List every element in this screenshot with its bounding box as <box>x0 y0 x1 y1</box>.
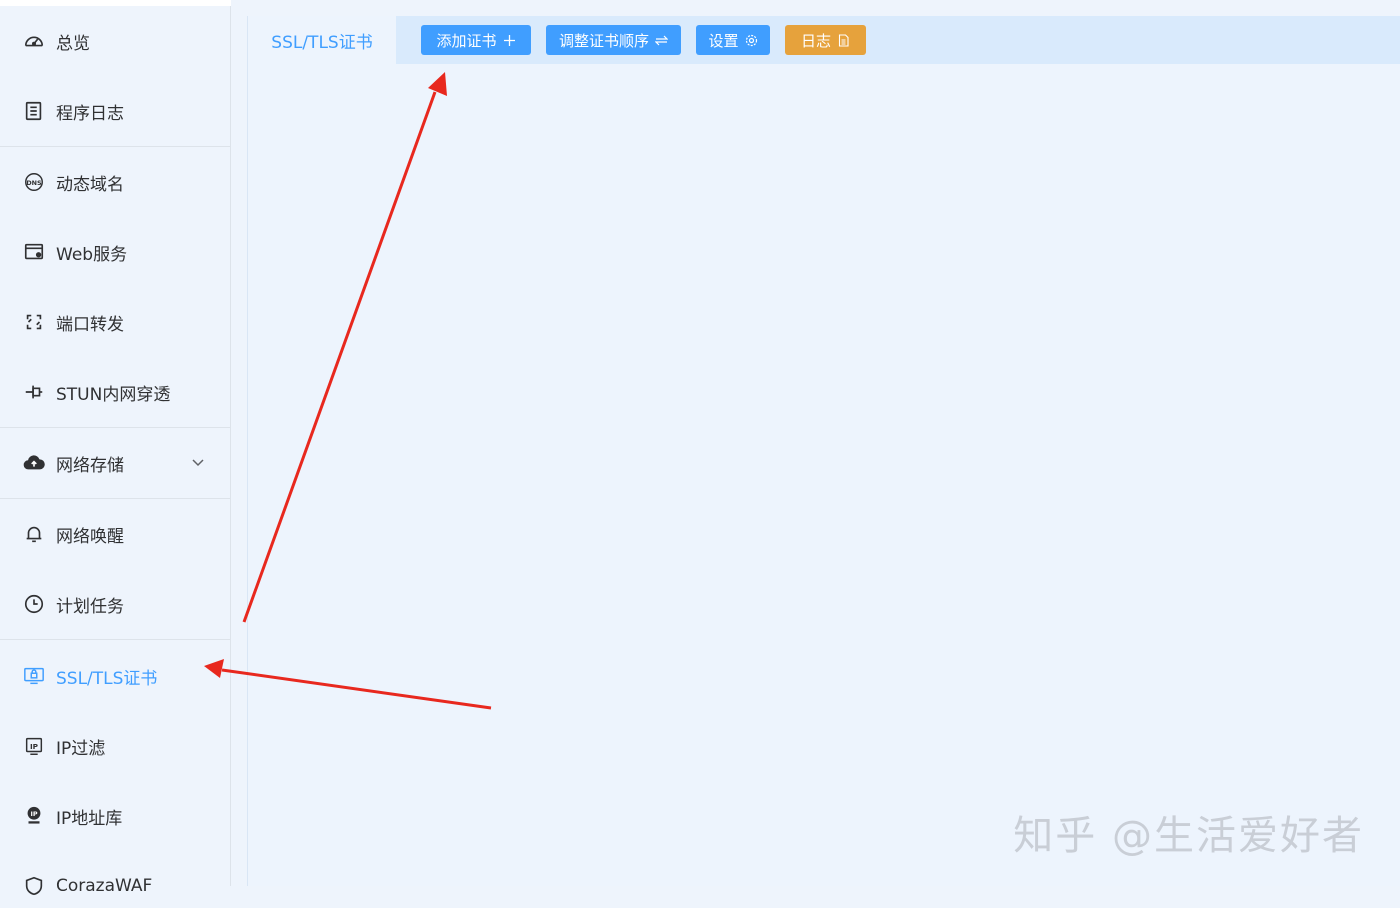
svg-text:DNS: DNS <box>26 179 42 187</box>
sidebar-divider <box>0 146 231 147</box>
watermark: 知乎 @生活爱好者 <box>1013 813 1364 859</box>
sidebar-item-label: SSL/TLS证书 <box>56 668 158 689</box>
sidebar-item-ddns[interactable]: DNS 动态域名 <box>0 160 231 204</box>
sidebar-item-label: 网络存储 <box>56 455 124 476</box>
bell-icon <box>22 522 46 546</box>
sidebar-item-label: CorazaWAF <box>56 876 153 896</box>
stun-icon <box>22 380 46 404</box>
sidebar-top-strip <box>0 0 231 6</box>
web-service-icon <box>22 240 46 264</box>
sidebar-item-label: 端口转发 <box>56 314 124 335</box>
dns-icon: DNS <box>22 170 46 194</box>
tab-ssl-tls[interactable]: SSL/TLS证书 <box>248 16 396 64</box>
sidebar-item-label: 总览 <box>56 33 90 54</box>
dashboard-icon <box>22 29 46 53</box>
svg-text:IP: IP <box>30 742 39 751</box>
sidebar-divider <box>0 639 231 640</box>
sidebar-item-coraza-waf[interactable]: CorazaWAF <box>0 864 231 908</box>
sidebar-item-wake-on-lan[interactable]: 网络唤醒 <box>0 512 231 556</box>
sidebar-item-port-forward[interactable]: 端口转发 <box>0 300 231 344</box>
document-icon <box>837 33 850 47</box>
cloud-upload-icon <box>22 451 46 475</box>
swap-arrows-icon <box>655 34 668 47</box>
add-certificate-button[interactable]: 添加证书 <box>421 25 531 55</box>
sidebar-item-label: STUN内网穿透 <box>56 384 171 405</box>
sidebar-menu: 总览 程序日志 DNS 动态域名 Web服务 端口转发 STUN内网穿透 网络存… <box>0 0 231 896</box>
gear-icon <box>745 34 758 47</box>
sidebar-item-label: Web服务 <box>56 244 128 265</box>
port-forward-icon <box>22 310 46 334</box>
sidebar-item-label: 网络唤醒 <box>56 526 124 547</box>
sidebar-item-scheduled-tasks[interactable]: 计划任务 <box>0 582 231 626</box>
sidebar-item-stun[interactable]: STUN内网穿透 <box>0 370 231 414</box>
reorder-certificates-label: 调整证书顺序 <box>558 31 649 50</box>
sidebar-item-ssl-tls[interactable]: SSL/TLS证书 <box>0 654 231 698</box>
certificate-icon <box>22 664 46 688</box>
tab-bar: SSL/TLS证书 添加证书 调整证书顺序 设置 日志 <box>248 16 1400 64</box>
clock-icon <box>22 592 46 616</box>
svg-text:IP: IP <box>30 810 37 818</box>
log-button[interactable]: 日志 <box>785 25 866 55</box>
sidebar-item-ip-database[interactable]: IP IP地址库 <box>0 794 231 838</box>
sidebar-item-web-service[interactable]: Web服务 <box>0 230 231 274</box>
sidebar-item-label: 动态域名 <box>56 174 124 195</box>
reorder-certificates-button[interactable]: 调整证书顺序 <box>546 25 681 55</box>
settings-label: 设置 <box>708 31 739 50</box>
chevron-down-icon <box>192 459 204 467</box>
settings-button[interactable]: 设置 <box>696 25 770 55</box>
shield-icon <box>22 874 46 898</box>
main-content: SSL/TLS证书 添加证书 调整证书顺序 设置 日志 <box>247 16 1400 886</box>
sidebar-item-program-log[interactable]: 程序日志 <box>0 89 231 133</box>
ip-filter-icon: IP <box>22 734 46 758</box>
sidebar-item-label: 计划任务 <box>56 596 124 617</box>
ip-database-icon: IP <box>22 804 46 828</box>
sidebar-item-label: IP地址库 <box>56 808 123 829</box>
log-label: 日志 <box>800 31 831 50</box>
sidebar-item-ip-filter[interactable]: IP IP过滤 <box>0 724 231 768</box>
sidebar-item-label: 程序日志 <box>56 103 124 124</box>
sidebar-item-label: IP过滤 <box>56 738 106 759</box>
sidebar-divider <box>0 498 231 499</box>
add-certificate-label: 添加证书 <box>436 31 497 50</box>
plus-icon <box>503 34 516 47</box>
log-document-icon <box>22 99 46 123</box>
sidebar-divider <box>0 427 231 428</box>
sidebar-item-overview[interactable]: 总览 <box>0 19 231 63</box>
sidebar-item-network-storage[interactable]: 网络存储 <box>0 441 231 485</box>
